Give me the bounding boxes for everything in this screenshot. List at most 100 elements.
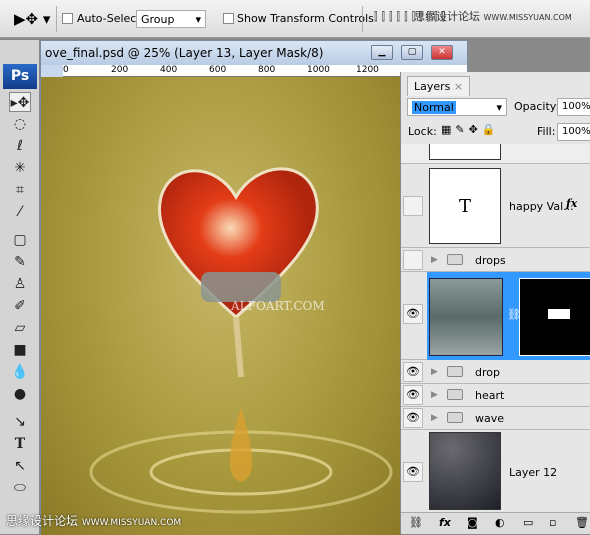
history-brush-tool-icon[interactable]: ✐ xyxy=(9,296,31,316)
lock-label: Lock: xyxy=(408,125,437,138)
healing-tool-icon[interactable]: ▢ xyxy=(9,230,31,250)
document-title: ove_final.psd @ 25% (Layer 13, Layer Mas… xyxy=(45,46,324,60)
folder-icon xyxy=(447,412,463,423)
ruler-tick: 400 xyxy=(160,65,178,75)
fill-input[interactable]: 100% xyxy=(557,123,590,141)
adjustment-layer-icon[interactable]: ◐ xyxy=(495,516,505,529)
auto-select-dropdown[interactable]: Group ▾ xyxy=(136,10,206,28)
layer-mask-thumbnail[interactable] xyxy=(519,278,590,356)
layer-name: wave xyxy=(475,412,505,425)
dodge-tool-icon[interactable]: ● xyxy=(9,384,31,404)
minimize-button[interactable]: ▁ xyxy=(371,45,393,60)
clone-stamp-tool-icon[interactable]: ♙ xyxy=(9,274,31,294)
blur-tool-icon[interactable]: 💧 xyxy=(9,362,31,382)
path-select-tool-icon[interactable]: ↖ xyxy=(9,456,31,476)
crop-tool-icon[interactable]: ⌗ xyxy=(9,180,31,200)
pen-tool-icon[interactable]: ↘ xyxy=(9,412,31,432)
maximize-button[interactable]: ▢ xyxy=(401,45,423,60)
add-mask-icon[interactable]: ◙ xyxy=(467,516,478,529)
layer-row-selected[interactable]: 👁 ⛓ xyxy=(401,272,590,360)
blend-mode-value: Normal xyxy=(412,101,456,114)
eye-icon[interactable]: 👁 xyxy=(403,304,423,324)
layer-row-partial[interactable] xyxy=(401,144,590,164)
eye-icon[interactable]: 👁 xyxy=(403,385,423,405)
opacity-label: Opacity: xyxy=(514,100,560,113)
type-tool-icon[interactable]: T xyxy=(9,434,31,454)
marquee-tool-icon[interactable]: ◌ xyxy=(9,114,31,134)
auto-select-value: Group xyxy=(141,13,175,26)
layer-name: heart xyxy=(475,389,505,402)
options-bar: ▶✥ ▾ Auto-Select: Group ▾ Show Transform … xyxy=(0,0,590,38)
expand-triangle-icon[interactable]: ▶ xyxy=(431,390,438,400)
blend-mode-dropdown[interactable]: Normal ▾ xyxy=(407,98,507,116)
expand-triangle-icon[interactable]: ▶ xyxy=(431,367,438,377)
watermark-bottom: 思缘设计论坛 WWW.MISSYUAN.COM xyxy=(6,514,182,528)
add-style-icon[interactable]: fx xyxy=(439,516,451,529)
text-layer-thumbnail: T xyxy=(429,168,501,244)
fill-label: Fill: xyxy=(537,125,556,138)
layers-panel: Layers × Normal ▾ Opacity: 100% Lock: ▦✎✥… xyxy=(400,72,590,534)
layer-row[interactable]: 👁 ▶ wave xyxy=(401,407,590,430)
expand-triangle-icon[interactable]: ▶ xyxy=(431,255,438,265)
ps-logo: Ps xyxy=(3,64,37,89)
eraser-tool-icon[interactable]: ▱ xyxy=(9,318,31,338)
show-transform-label: Show Transform Controls xyxy=(237,12,374,25)
folder-icon xyxy=(447,366,463,377)
new-layer-icon[interactable]: ▫ xyxy=(549,516,556,529)
divider xyxy=(362,6,363,32)
link-layers-icon[interactable]: ⛓ xyxy=(409,516,423,529)
visibility-toggle[interactable] xyxy=(403,250,423,270)
close-icon: × xyxy=(453,80,464,93)
move-tool-icon[interactable]: ▸✥ xyxy=(9,92,31,112)
ruler-tick: 1000 xyxy=(307,65,330,75)
folder-icon xyxy=(447,389,463,400)
layer-row[interactable]: 👁 ▶ heart xyxy=(401,384,590,407)
ruler-tick: 800 xyxy=(258,65,276,75)
image-canvas[interactable]: ALFOART.COM xyxy=(41,77,401,535)
eye-icon[interactable]: 👁 xyxy=(403,408,423,428)
eyedropper-tool-icon[interactable]: ⁄ xyxy=(9,202,31,222)
layer-name: drops xyxy=(475,254,506,267)
fx-icon[interactable]: fx xyxy=(566,197,577,210)
show-transform-checkbox[interactable] xyxy=(223,13,234,24)
lock-icons[interactable]: ▦✎✥🔒 xyxy=(441,123,500,136)
auto-select-checkbox[interactable] xyxy=(62,13,73,24)
visibility-toggle[interactable] xyxy=(403,196,423,216)
layer-thumbnail xyxy=(429,278,503,356)
shape-tool-icon[interactable]: ⬭ xyxy=(9,478,31,498)
layer-thumbnail xyxy=(429,432,501,510)
auto-select-label: Auto-Select: xyxy=(77,12,145,25)
opacity-input[interactable]: 100% xyxy=(557,98,590,116)
magic-wand-tool-icon[interactable]: ✳ xyxy=(9,158,31,178)
toolbox: Ps ▸✥ ◌ ℓ ✳ ⌗ ⁄ ▢ ✎ ♙ ✐ ▱ ■ 💧 ● ↘ T ↖ ⬭ xyxy=(0,40,40,534)
expand-triangle-icon[interactable]: ▶ xyxy=(431,413,438,423)
ruler-tick: 600 xyxy=(209,65,227,75)
watermark-top: 思缘设计论坛 WWW.MISSYUAN.COM xyxy=(414,10,572,23)
folder-icon xyxy=(447,254,463,265)
layer-name: drop xyxy=(475,366,500,379)
eye-icon[interactable]: 👁 xyxy=(403,462,423,482)
layers-footer: ⛓ fx ◙ ◐ ▭ ▫ 🗑 xyxy=(401,512,590,534)
layer-name: Layer 12 xyxy=(509,466,558,479)
canvas-watermark: ALFOART.COM xyxy=(231,299,325,313)
ruler-tick: 0 xyxy=(63,65,69,75)
gradient-tool-icon[interactable]: ■ xyxy=(9,340,31,360)
layer-row[interactable]: T happy Val... fx xyxy=(401,164,590,248)
move-tool-icon[interactable]: ▶✥ ▾ xyxy=(14,10,50,28)
brush-tool-icon[interactable]: ✎ xyxy=(9,252,31,272)
new-group-icon[interactable]: ▭ xyxy=(523,516,533,529)
layer-row[interactable]: 👁 ▶ drop xyxy=(401,360,590,384)
heart-artwork xyxy=(89,167,393,514)
trash-icon[interactable]: 🗑 xyxy=(575,516,589,529)
close-button[interactable]: ✕ xyxy=(431,45,453,60)
layer-name: happy Val... xyxy=(509,200,574,213)
divider xyxy=(56,6,57,32)
lasso-tool-icon[interactable]: ℓ xyxy=(9,136,31,156)
layer-row[interactable]: ▶ drops xyxy=(401,248,590,272)
eye-icon[interactable]: 👁 xyxy=(403,362,423,382)
layer-row[interactable]: 👁 Layer 12 xyxy=(401,430,590,512)
tab-layers[interactable]: Layers × xyxy=(407,76,471,96)
chevron-down-icon: ▾ xyxy=(496,101,502,114)
chevron-down-icon: ▾ xyxy=(195,13,201,26)
ruler-tick: 200 xyxy=(111,65,129,75)
